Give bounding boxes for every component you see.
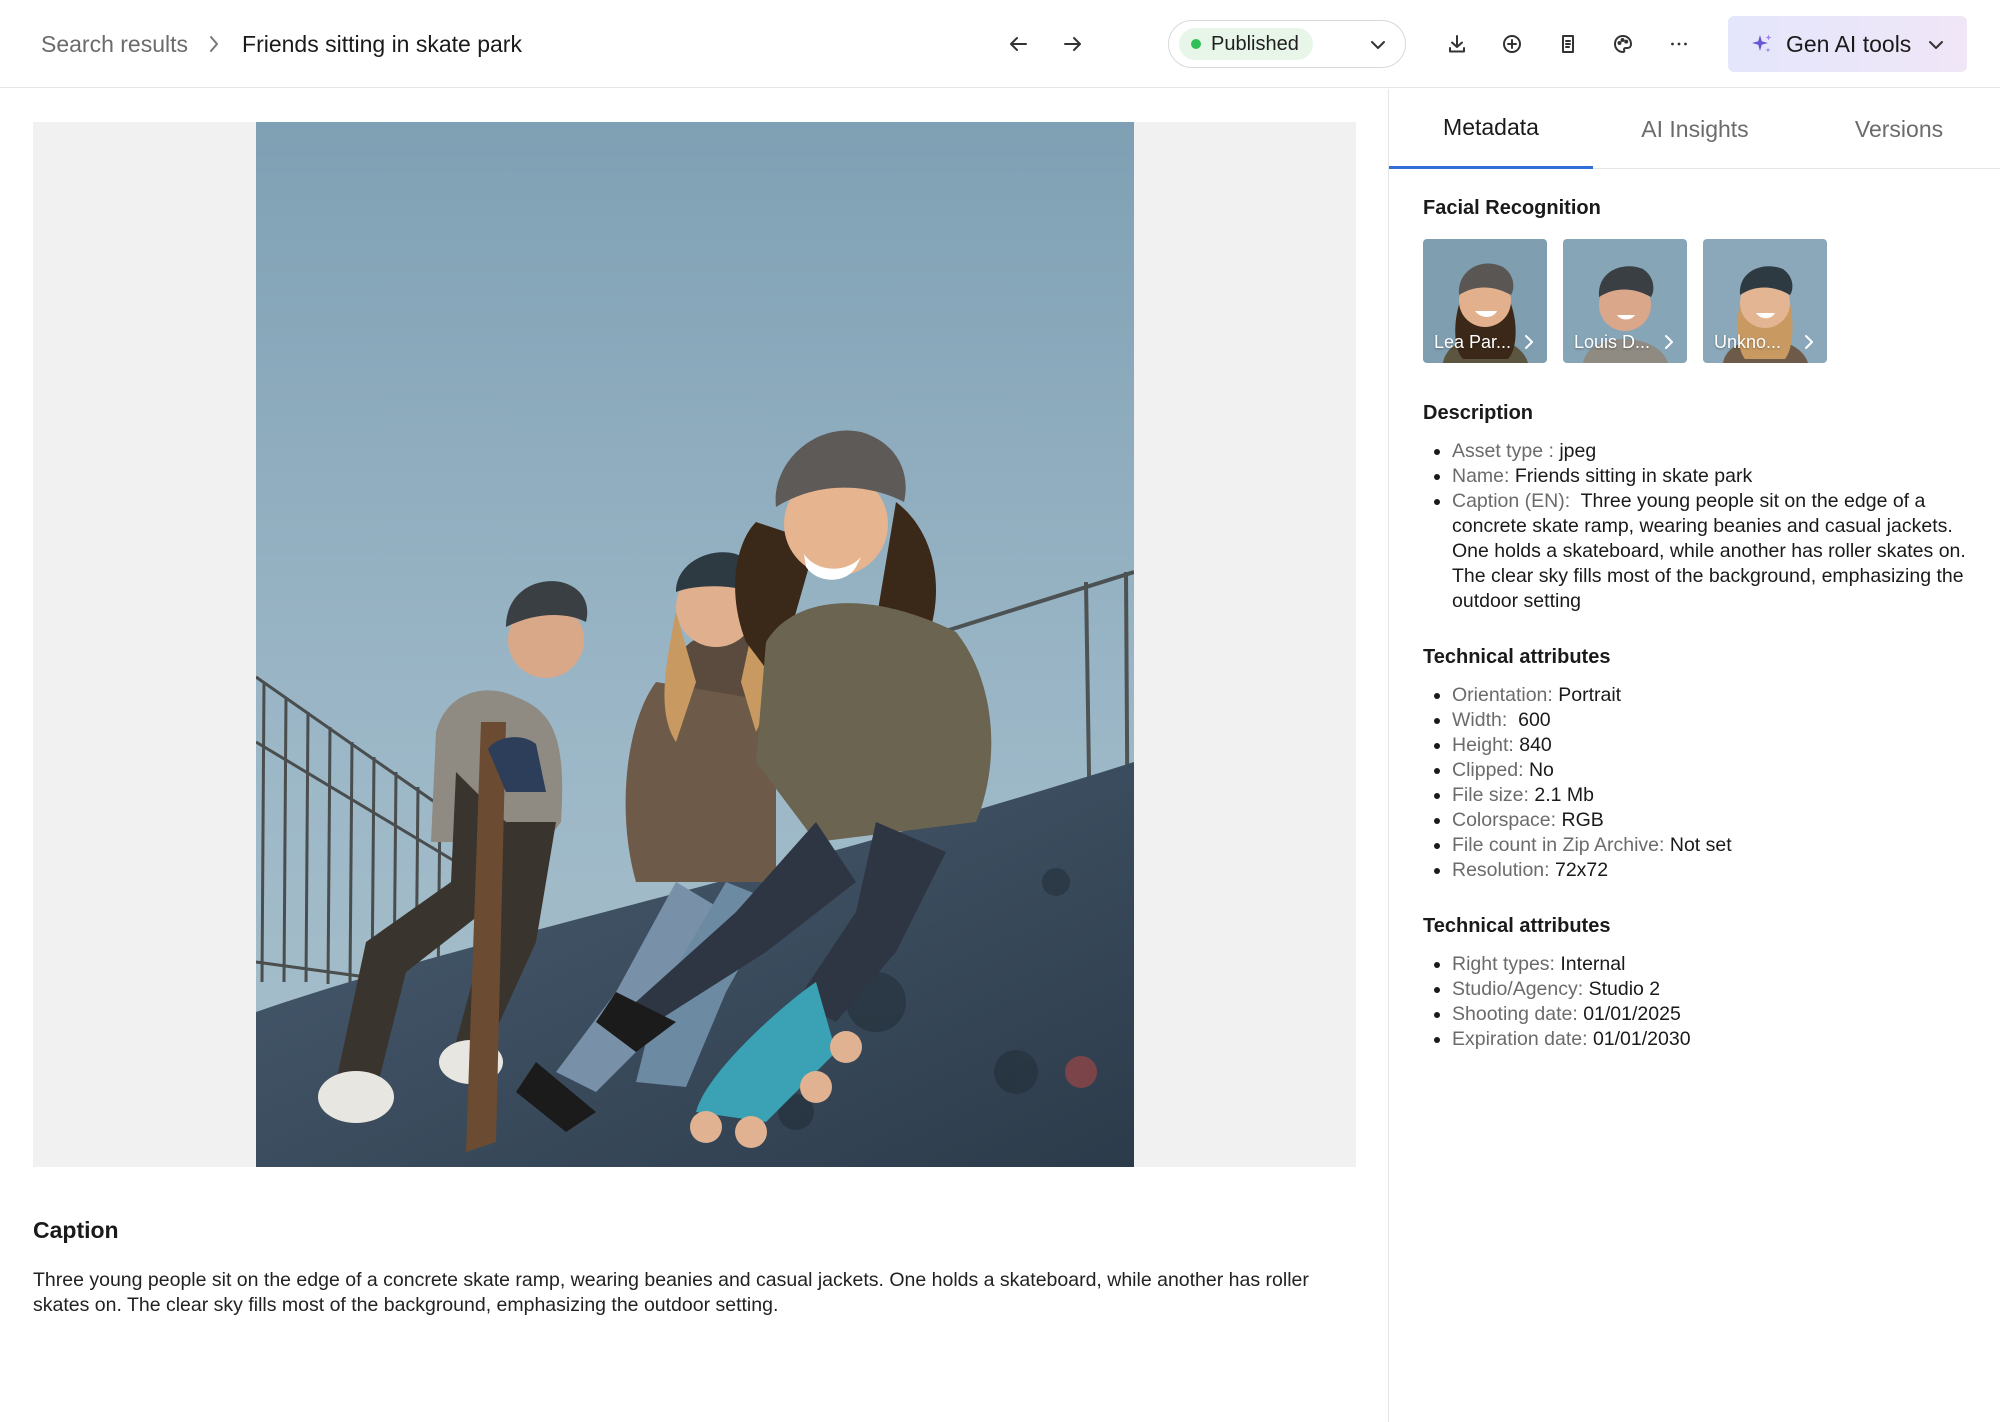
list-item: Colorspace: RGB [1452, 808, 1972, 833]
more-options-button[interactable] [1659, 24, 1699, 64]
chevron-right-icon [1665, 335, 1673, 349]
forward-arrow-icon [1064, 37, 1081, 51]
next-asset-button[interactable] [1053, 24, 1093, 64]
back-arrow-icon [1010, 37, 1027, 51]
palette-button[interactable] [1603, 24, 1643, 64]
chevron-right-icon [1805, 335, 1813, 349]
list-item: Height: 840 [1452, 733, 1972, 758]
tab-metadata[interactable]: Metadata [1389, 89, 1593, 169]
list-item: File count in Zip Archive: Not set [1452, 833, 1972, 858]
chevron-down-icon [1929, 41, 1943, 49]
breadcrumb-search-results-link[interactable]: Search results [41, 31, 188, 58]
description-list: Asset type : jpeg Name: Friends sitting … [1452, 439, 1972, 614]
face-name: Unkno... [1714, 332, 1782, 352]
chevron-right-icon [208, 34, 220, 54]
list-item: Name: Friends sitting in skate park [1452, 464, 1972, 489]
rights-attributes-list: Right types: Internal Studio/Agency: Stu… [1452, 952, 1972, 1052]
list-item: Clipped: No [1452, 758, 1972, 783]
chevron-right-icon [1525, 335, 1533, 349]
tab-ai-insights[interactable]: AI Insights [1593, 89, 1797, 169]
list-item: File size: 2.1 Mb [1452, 783, 1972, 808]
facial-recognition-list: Lea Par... Louis D... Unkno... [1423, 239, 1827, 363]
page-title: Friends sitting in skate park [242, 30, 522, 57]
details-panel: Metadata AI Insights Versions Facial Rec… [1388, 89, 2000, 1422]
panel-tabs: Metadata AI Insights Versions [1389, 89, 2000, 169]
status-badge: Published [1179, 28, 1313, 60]
previous-asset-button[interactable] [998, 24, 1038, 64]
face-name: Lea Par... [1434, 332, 1512, 352]
sparkle-icon [1752, 34, 1772, 53]
more-icon [1671, 42, 1687, 46]
description-heading: Description [1423, 402, 1534, 424]
list-item: Orientation: Portrait [1452, 683, 1972, 708]
breadcrumb: Search results Friends sitting in skate … [41, 0, 522, 88]
face-name: Louis D... [1574, 332, 1651, 352]
asset-photo[interactable] [256, 122, 1134, 1167]
list-item: Expiration date: 01/01/2030 [1452, 1027, 1972, 1052]
face-card[interactable]: Lea Par... [1423, 239, 1547, 363]
document-button[interactable] [1548, 24, 1588, 64]
list-item: Right types: Internal [1452, 952, 1972, 977]
gen-ai-tools-button[interactable]: Gen AI tools [1728, 16, 1967, 72]
list-item: Width: 600 [1452, 708, 1972, 733]
caption-text: Three young people sit on the edge of a … [33, 1269, 1309, 1316]
palette-icon [1614, 35, 1632, 53]
tab-versions[interactable]: Versions [1797, 89, 2000, 169]
chevron-down-icon [1371, 41, 1385, 49]
list-item: Shooting date: 01/01/2025 [1452, 1002, 1972, 1027]
status-dropdown[interactable]: Published [1168, 20, 1406, 68]
list-item: Studio/Agency: Studio 2 [1452, 977, 1972, 1002]
status-dot-icon [1191, 39, 1201, 49]
top-bar: Search results Friends sitting in skate … [0, 0, 2000, 88]
caption-heading: Caption [33, 1217, 119, 1243]
list-item: Asset type : jpeg [1452, 439, 1972, 464]
gen-ai-tools-label: Gen AI tools [1786, 30, 1912, 57]
add-button[interactable] [1492, 24, 1532, 64]
list-item: Resolution: 72x72 [1452, 858, 1972, 883]
technical-attributes-heading: Technical attributes [1423, 646, 1611, 668]
list-item: Caption (EN): Three young people sit on … [1452, 489, 1972, 614]
add-circle-icon [1503, 35, 1521, 53]
download-button[interactable] [1437, 24, 1477, 64]
rights-attributes-heading: Technical attributes [1423, 915, 1611, 937]
face-card[interactable]: Unkno... [1703, 239, 1827, 363]
technical-attributes-list: Orientation: Portrait Width: 600 Height:… [1452, 683, 1972, 883]
download-icon [1449, 35, 1465, 53]
status-label: Published [1211, 32, 1299, 55]
facial-recognition-heading: Facial Recognition [1423, 197, 1601, 219]
document-icon [1562, 35, 1574, 53]
face-card[interactable]: Louis D... [1563, 239, 1687, 363]
